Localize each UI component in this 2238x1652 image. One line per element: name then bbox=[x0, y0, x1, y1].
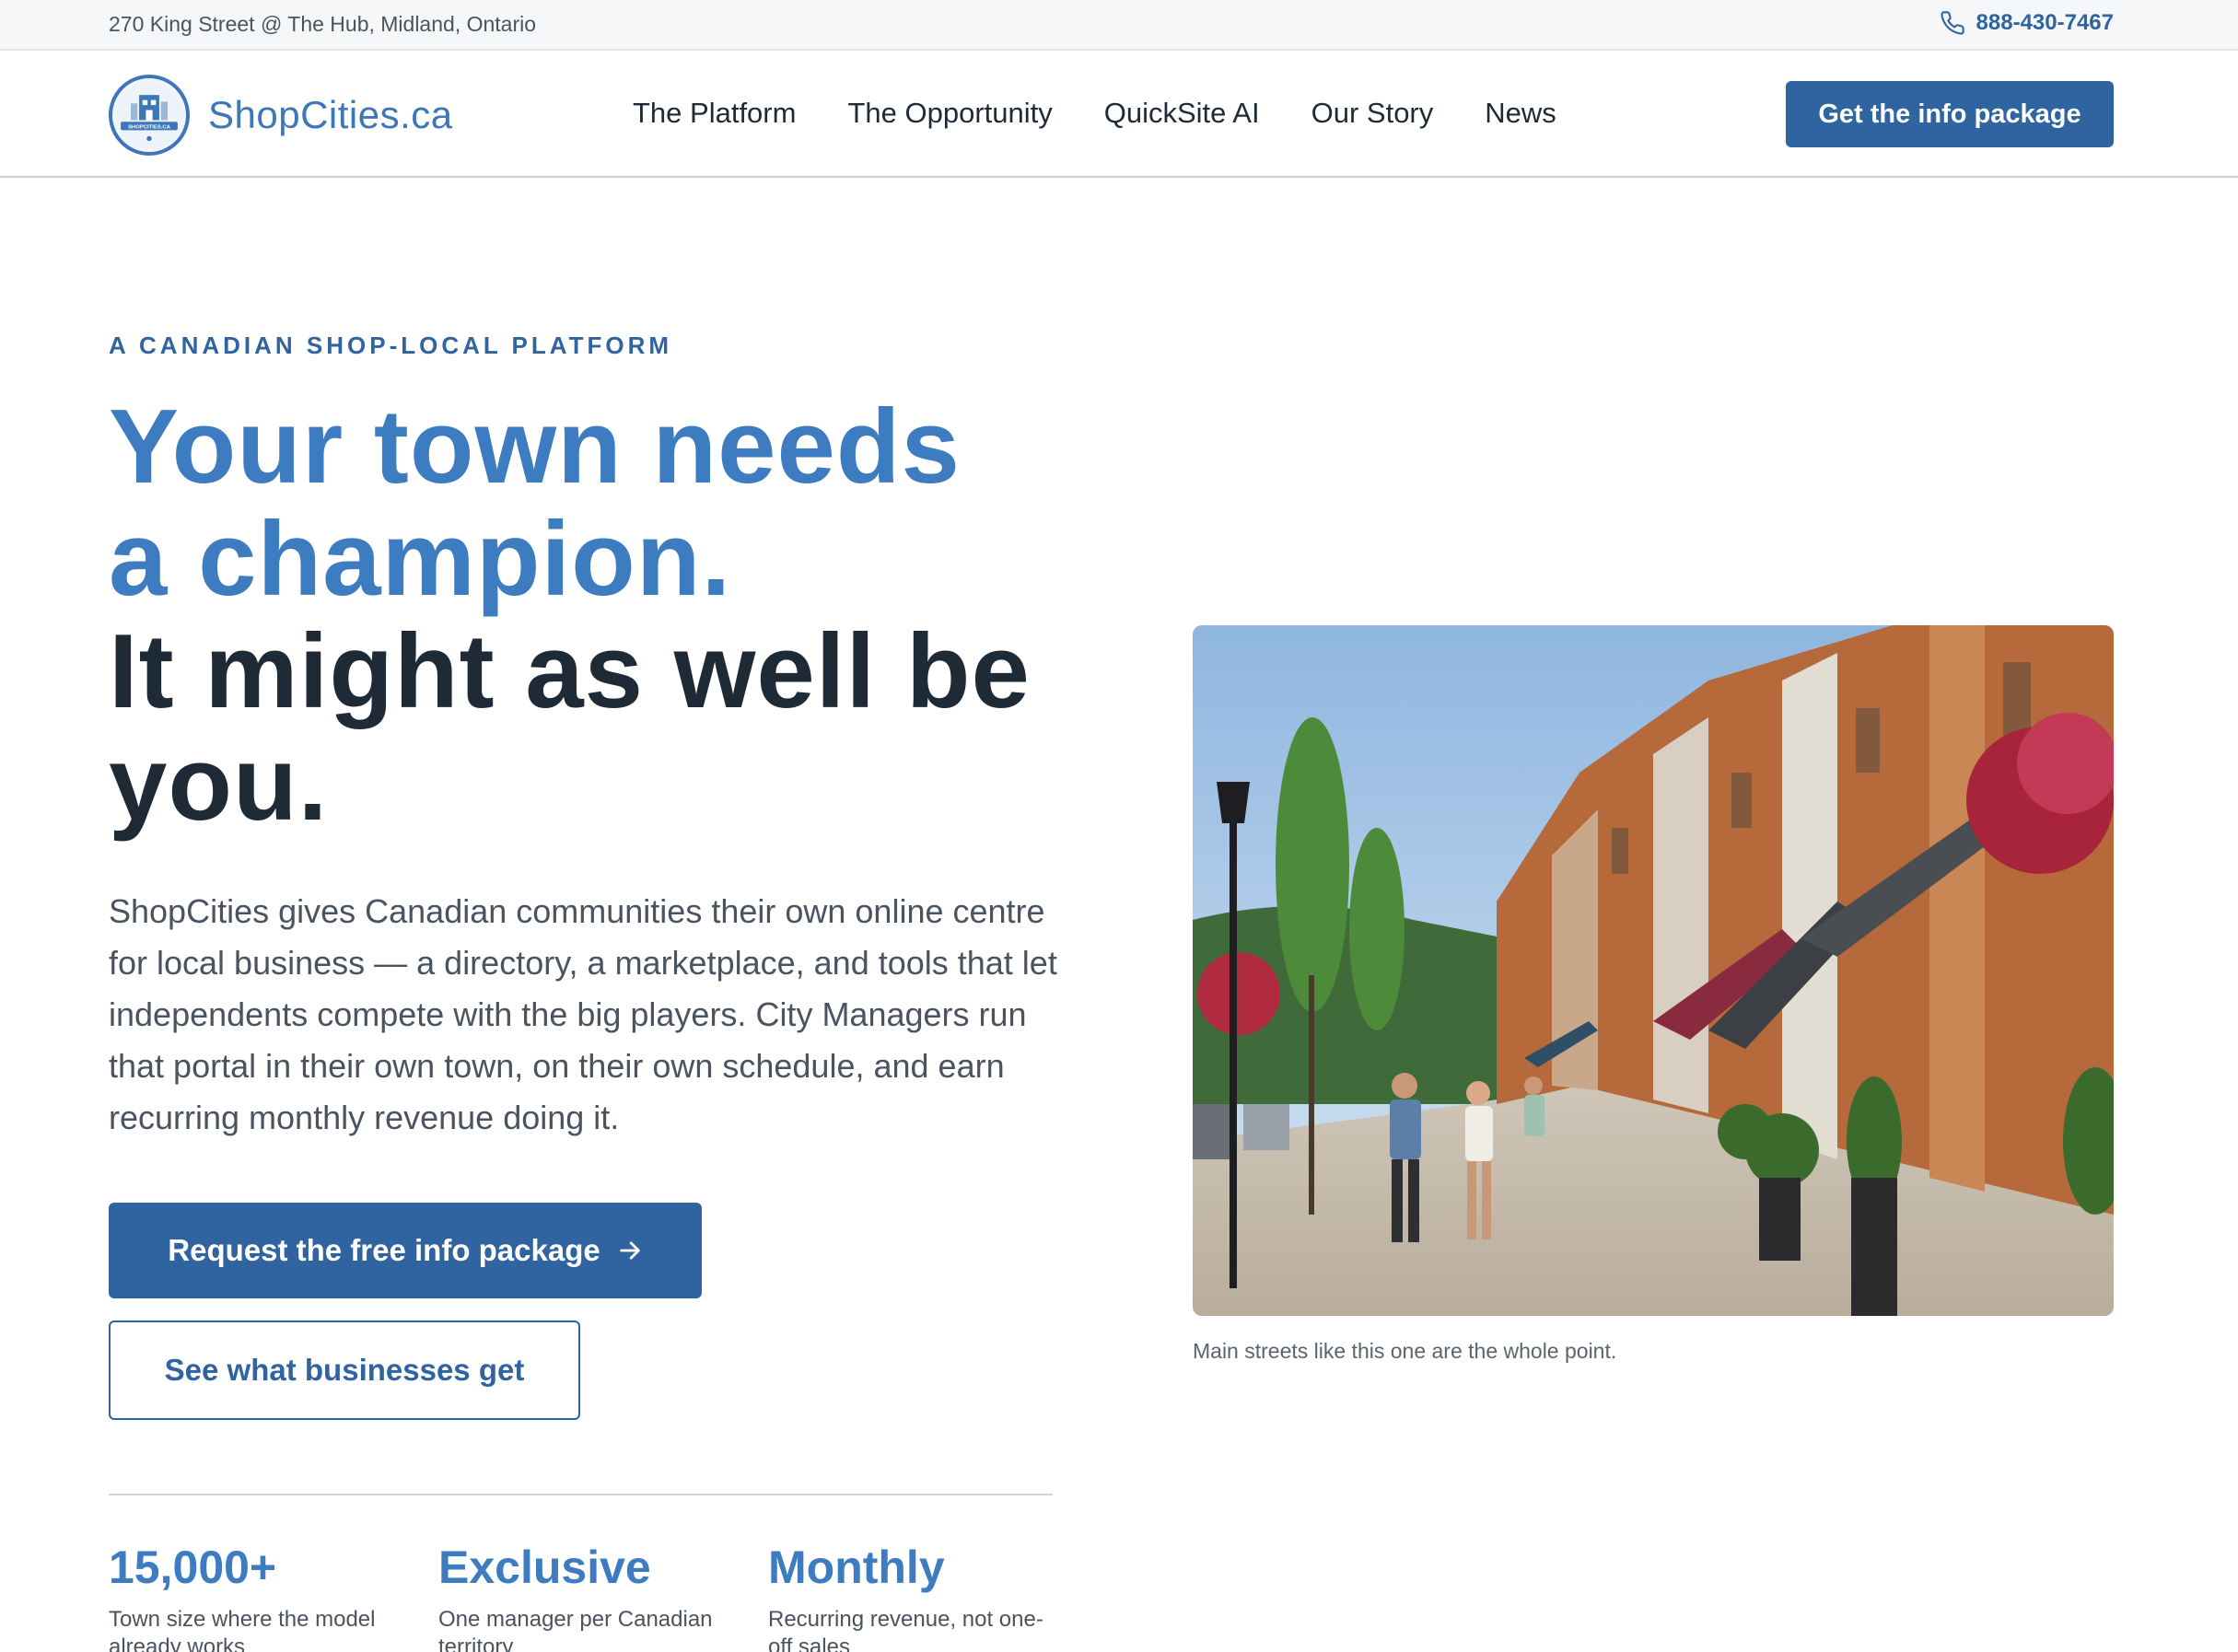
top-utility-bar: 270 King Street @ The Hub, Midland, Onta… bbox=[0, 0, 2238, 51]
nav-our-story[interactable]: Our Story bbox=[1311, 97, 1434, 130]
arrow-right-icon bbox=[620, 1241, 640, 1260]
stat-description: One manager per Canadian territory bbox=[438, 1607, 713, 1652]
see-business-benefits-button[interactable]: See what businesses get bbox=[109, 1320, 580, 1420]
site-header: SHOPCITIES.CA ShopCities.ca The Platform… bbox=[0, 51, 2238, 178]
nav-the-opportunity[interactable]: The Opportunity bbox=[847, 97, 1052, 130]
stat-description: Recurring revenue, not one-off sales bbox=[768, 1607, 1043, 1652]
nav-news[interactable]: News bbox=[1485, 97, 1556, 130]
stat-value: 15,000+ bbox=[109, 1541, 277, 1593]
logo-badge-text: SHOPCITIES.CA bbox=[128, 125, 171, 131]
stat-description: Town size where the model already works bbox=[109, 1607, 376, 1652]
stats-row: 15,000+ Town size where the model alread… bbox=[109, 1540, 1098, 1652]
request-info-package-label: Request the free info package bbox=[168, 1233, 600, 1267]
headline-line-2: a champion. bbox=[109, 501, 732, 618]
stat-item: Monthly Recurring revenue, not one-off s… bbox=[768, 1540, 1098, 1652]
stat-value: Exclusive bbox=[438, 1541, 651, 1593]
hero-headline: Your town needs a champion. It might as … bbox=[109, 391, 1140, 841]
stat-item: Exclusive One manager per Canadian terri… bbox=[438, 1540, 768, 1652]
image-caption: Main streets like this one are the whole… bbox=[1193, 1339, 1617, 1363]
phone-number: 888-430-7467 bbox=[1976, 10, 2114, 35]
logo-link[interactable]: SHOPCITIES.CA ShopCities.ca bbox=[109, 75, 453, 156]
phone-icon bbox=[1940, 11, 1964, 35]
logo-text: ShopCities.ca bbox=[208, 93, 453, 136]
headline-line-4: you. bbox=[109, 726, 329, 843]
headline-line-1: Your town needs bbox=[109, 389, 961, 506]
phone-link[interactable]: 888-430-7467 bbox=[1940, 10, 2114, 36]
get-info-package-button[interactable]: Get the info package bbox=[1786, 81, 2114, 147]
hero-description: ShopCities gives Canadian communities th… bbox=[109, 892, 1057, 1136]
main-nav: The Platform The Opportunity QuickSite A… bbox=[633, 97, 1556, 130]
logo-badge-icon: SHOPCITIES.CA bbox=[109, 75, 190, 156]
hero-eyebrow: A CANADIAN SHOP-LOCAL PLATFORM bbox=[109, 332, 673, 359]
address-text: 270 King Street @ The Hub, Midland, Onta… bbox=[109, 12, 537, 36]
stat-value: Monthly bbox=[768, 1541, 945, 1593]
stat-item: 15,000+ Town size where the model alread… bbox=[109, 1540, 438, 1652]
nav-quicksite-ai[interactable]: QuickSite AI bbox=[1104, 97, 1260, 130]
nav-the-platform[interactable]: The Platform bbox=[633, 97, 796, 130]
headline-line-3: It might as well be bbox=[109, 613, 1031, 730]
request-info-package-button[interactable]: Request the free info package bbox=[109, 1203, 702, 1298]
stats-divider bbox=[109, 1494, 1053, 1495]
main-street-photo bbox=[1193, 625, 2114, 1316]
